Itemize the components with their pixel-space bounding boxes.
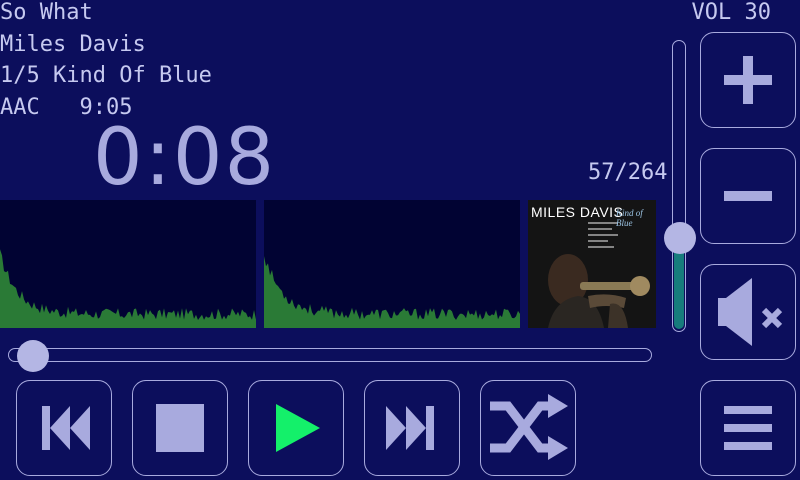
spectrum-right-graph: [264, 256, 520, 328]
album-art-title: Kind of Blue: [616, 208, 643, 228]
seek-slider-knob[interactable]: [17, 340, 50, 372]
minus-icon: [724, 191, 772, 201]
shuffle-icon: [490, 394, 568, 460]
album-art-artist: MILES DAVIS: [531, 204, 624, 220]
spectrum-left: [0, 200, 256, 328]
previous-icon: [42, 406, 90, 450]
album-art: MILES DAVIS Kind of Blue: [528, 200, 656, 328]
plus-icon: [724, 56, 772, 104]
volume-slider-knob[interactable]: [664, 222, 696, 254]
menu-icon: [724, 406, 772, 450]
volume-down-button[interactable]: [700, 148, 796, 244]
track-artist: Miles Davis: [0, 32, 146, 57]
spectrum-left-graph: [0, 249, 256, 328]
elapsed-time: 0:08: [93, 113, 277, 203]
next-icon: [386, 406, 434, 450]
mute-icon: [718, 278, 783, 346]
spectrum-right: [264, 200, 520, 328]
play-button[interactable]: [248, 380, 344, 476]
play-icon: [276, 404, 320, 452]
volume-up-button[interactable]: [700, 32, 796, 128]
track-counter: 57/264: [588, 160, 668, 185]
track-album: 1/5 Kind Of Blue: [0, 63, 212, 88]
previous-track-button[interactable]: [16, 380, 112, 476]
menu-button[interactable]: [700, 380, 796, 476]
volume-label: VOL 30: [691, 0, 771, 25]
track-title: So What: [0, 0, 93, 25]
next-track-button[interactable]: [364, 380, 460, 476]
mute-button[interactable]: [700, 264, 796, 360]
stop-icon: [156, 404, 204, 452]
shuffle-button[interactable]: [480, 380, 576, 476]
stop-button[interactable]: [132, 380, 228, 476]
seek-slider-track[interactable]: [8, 348, 652, 362]
